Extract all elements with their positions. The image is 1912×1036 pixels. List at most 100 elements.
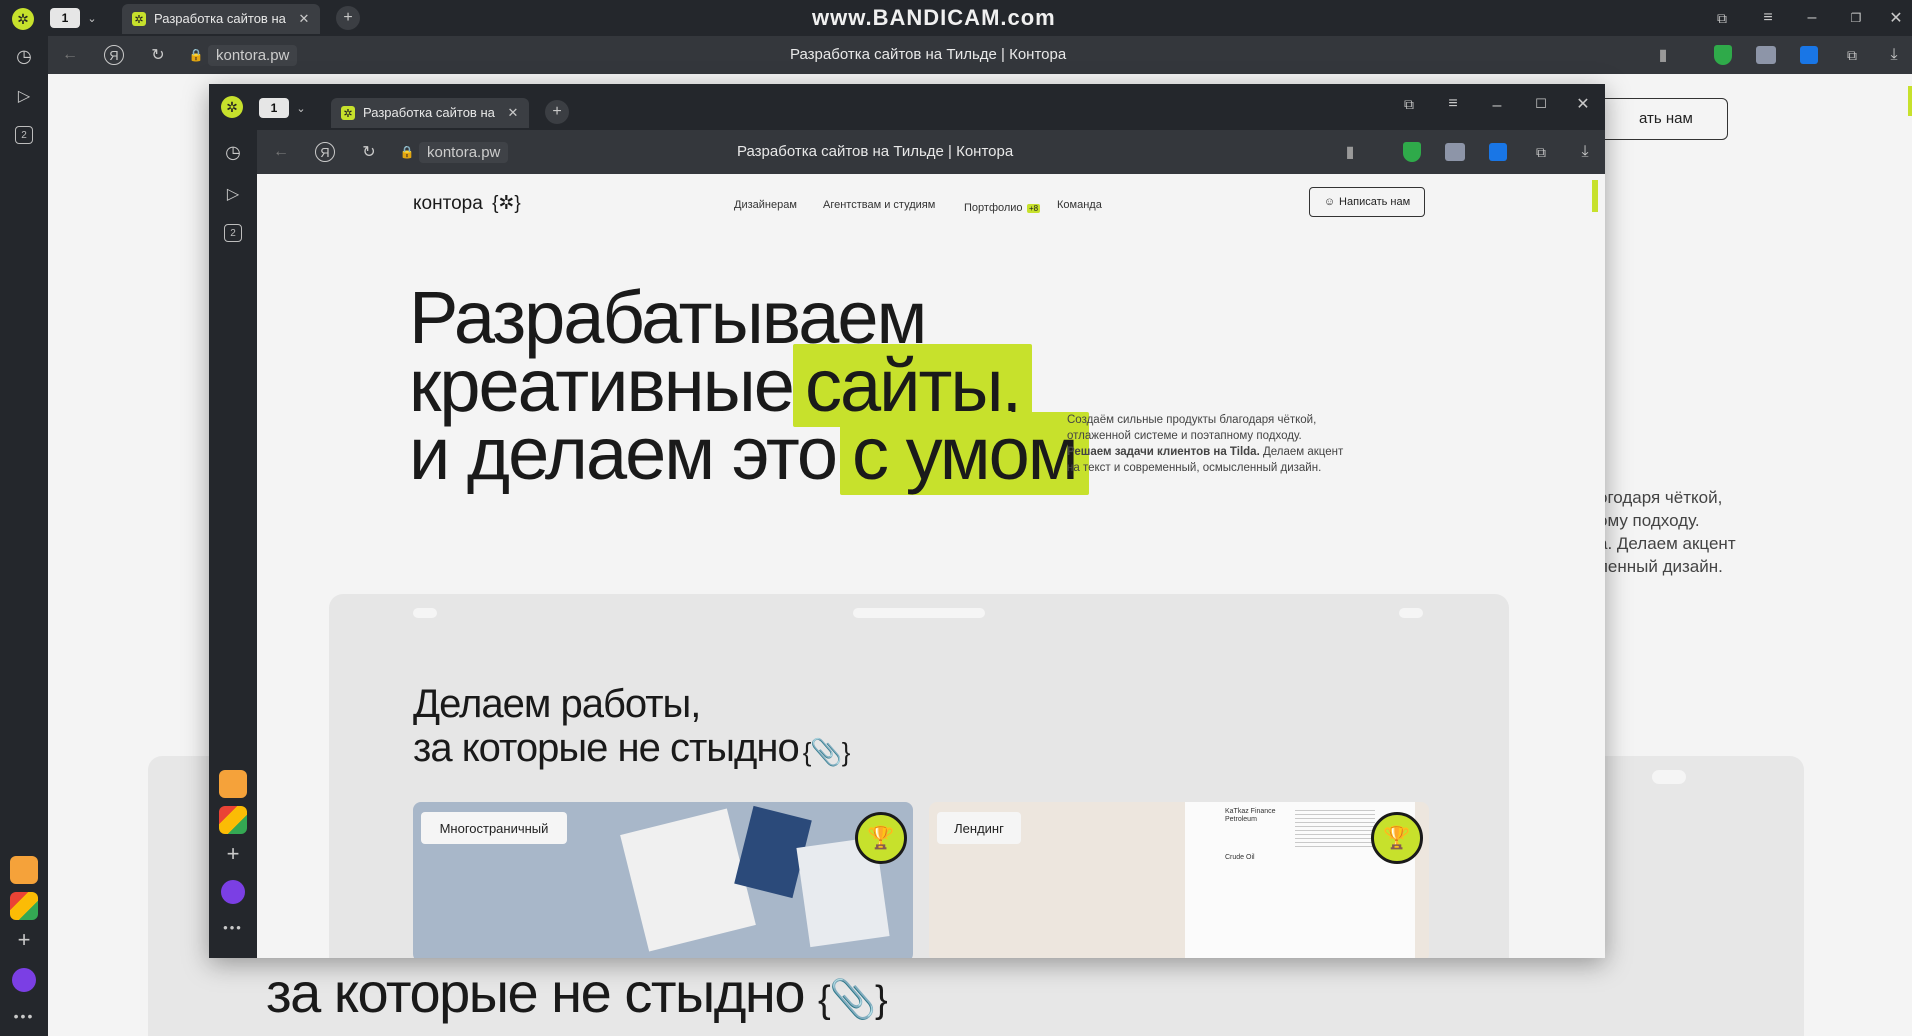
play-icon[interactable]: ▷ [12, 84, 36, 108]
description-line: Создаём сильные продукты благодаря чётко… [1067, 414, 1317, 426]
play-icon[interactable]: ▷ [221, 182, 245, 206]
add-app-icon[interactable]: + [12, 927, 36, 952]
add-tab-icon[interactable]: + [336, 6, 360, 30]
outer-description-line: a. Делаем акцент [1598, 534, 1736, 553]
section-notch [1399, 608, 1423, 618]
lock-icon: 🔒 [399, 145, 415, 159]
tabs-badge-icon[interactable]: 2 [224, 224, 242, 242]
inner-active-tab[interactable]: ✲ Разработка сайтов на Т ✕ [331, 98, 529, 128]
asterisk-logo-icon: {✲} [492, 193, 521, 214]
section-notch [853, 608, 985, 618]
bookmark-icon[interactable]: ▮ [1654, 45, 1672, 65]
outer-description-line: ому подходу. [1598, 511, 1700, 530]
tab-counter-label: 1 [270, 101, 278, 115]
extension-icon[interactable] [1756, 46, 1776, 64]
maximize-icon[interactable]: ☐ [1531, 94, 1551, 114]
back-icon[interactable]: ← [60, 45, 80, 65]
bookmark-icon[interactable]: ▮ [1341, 142, 1359, 162]
minimize-icon[interactable]: – [1487, 96, 1507, 116]
contact-button-label: Написать нам [1339, 196, 1411, 208]
gmail-app-icon[interactable] [219, 806, 247, 834]
outer-tab-title: Разработка сайтов на Т [154, 11, 286, 26]
add-tab-icon[interactable]: + [545, 100, 569, 124]
inner-url-field[interactable]: kontora.pw [419, 142, 509, 163]
close-tab-icon[interactable]: ✕ [296, 10, 312, 28]
nav-link-portfolio[interactable]: Портфолио +8 [964, 198, 1041, 216]
close-tab-icon[interactable]: ✕ [505, 104, 521, 122]
paperclip-icon: {📎} [818, 979, 888, 1021]
hero-description: Создаём сильные продукты благодаря чётко… [1067, 412, 1357, 476]
outer-contact-button-label: ать нам [1639, 110, 1693, 127]
tabs-badge-label: 2 [230, 227, 236, 239]
translate-extension-icon[interactable] [1800, 46, 1818, 64]
inner-tab-title: Разработка сайтов на Т [363, 105, 495, 120]
chevron-down-icon[interactable]: ⌄ [84, 8, 100, 28]
works-heading-line-1: Делаем работы, [413, 682, 701, 726]
menu-icon[interactable]: ≡ [1443, 94, 1463, 114]
close-window-icon[interactable]: ✕ [1573, 94, 1593, 114]
nav-link-agencies[interactable]: Агентствам и студиям [823, 199, 935, 211]
outer-works-heading: за которые не стыдно {📎} [266, 960, 888, 1025]
add-app-icon[interactable]: + [221, 841, 245, 866]
more-icon[interactable]: ••• [221, 918, 245, 936]
site-logo[interactable]: контора {✲} [413, 192, 521, 215]
tab-counter-label: 1 [61, 11, 69, 25]
description-line: отлаженной системе и поэтапному подходу. [1067, 430, 1302, 442]
translate-extension-icon[interactable] [1489, 143, 1507, 161]
yandex-browser-logo-icon[interactable]: ✲ [12, 8, 34, 30]
history-icon[interactable]: ◷ [221, 140, 245, 164]
screenshot-icon[interactable]: ⧉ [1531, 142, 1551, 162]
inner-page-title: Разработка сайтов на Тильде | Контора [737, 143, 1014, 160]
screenshot-icon[interactable]: ⧉ [1842, 45, 1862, 65]
outer-works-heading-text: за которые не стыдно [266, 961, 805, 1024]
works-heading: Делаем работы, за которые не стыдно {📎} [413, 682, 850, 774]
outer-url-field[interactable]: kontora.pw [208, 45, 298, 66]
shield-icon[interactable] [1403, 142, 1421, 162]
more-icon[interactable]: ••• [12, 1006, 36, 1026]
lock-icon: 🔒 [188, 48, 204, 62]
minimize-icon[interactable]: – [1802, 8, 1822, 28]
contact-button[interactable]: ☺ Написать нам [1309, 187, 1425, 217]
outer-active-tab[interactable]: ✲ Разработка сайтов на Т ✕ [122, 4, 320, 34]
extension-icon[interactable] [1445, 143, 1465, 161]
tab-counter[interactable]: 1 [259, 98, 289, 118]
collections-icon[interactable]: ⧉ [1712, 8, 1732, 28]
yandex-icon[interactable]: Я [104, 45, 124, 65]
site-favicon-icon: ✲ [341, 106, 355, 120]
yandex-browser-logo-icon[interactable]: ✲ [221, 96, 243, 118]
restore-icon[interactable]: ❐ [1846, 8, 1866, 28]
alice-icon[interactable] [221, 880, 245, 904]
yandex-icon[interactable]: Я [315, 142, 335, 162]
menu-icon[interactable]: ≡ [1758, 8, 1778, 28]
back-icon[interactable]: ← [271, 142, 291, 162]
scroll-indicator[interactable] [1592, 180, 1598, 212]
gmail-app-icon[interactable] [10, 892, 38, 920]
outer-scroll-indicator[interactable] [1908, 86, 1912, 116]
site-page: контора {✲} Дизайнерам Агентствам и студ… [257, 174, 1605, 958]
shield-icon[interactable] [1714, 45, 1732, 65]
portfolio-count-badge: +8 [1027, 204, 1041, 213]
nav-link-designers[interactable]: Дизайнерам [734, 199, 797, 211]
download-icon[interactable]: ⤓ [1884, 45, 1904, 65]
chevron-down-icon[interactable]: ⌄ [293, 98, 309, 118]
card-label: Лендинг [937, 812, 1021, 844]
mail-app-icon[interactable] [10, 856, 38, 884]
portfolio-card-multipage[interactable]: Многостраничный 🏆 [413, 802, 913, 958]
tab-counter[interactable]: 1 [50, 8, 80, 28]
reload-icon[interactable]: ↻ [148, 45, 168, 65]
nav-link-team[interactable]: Команда [1057, 199, 1102, 211]
close-window-icon[interactable]: ✕ [1886, 8, 1906, 28]
outer-address-bar: ← Я ↻ 🔒 kontora.pw Разработка сайтов на … [48, 36, 1912, 74]
tabs-badge-icon[interactable]: 2 [15, 126, 33, 144]
section-notch [413, 608, 437, 618]
alice-icon[interactable] [12, 968, 36, 992]
tabs-badge-label: 2 [21, 129, 27, 141]
description-bold: Решаем задачи клиентов на Tilda. [1067, 446, 1260, 458]
portfolio-card-landing[interactable]: Лендинг KaTkaz Finance Petroleum Crude O… [929, 802, 1429, 958]
mail-app-icon[interactable] [219, 770, 247, 798]
download-icon[interactable]: ⤓ [1575, 142, 1595, 162]
collections-icon[interactable]: ⧉ [1399, 94, 1419, 114]
reload-icon[interactable]: ↻ [359, 142, 379, 162]
bandicam-watermark: www.BANDICAM.com [812, 5, 1056, 30]
history-icon[interactable]: ◷ [12, 44, 36, 68]
